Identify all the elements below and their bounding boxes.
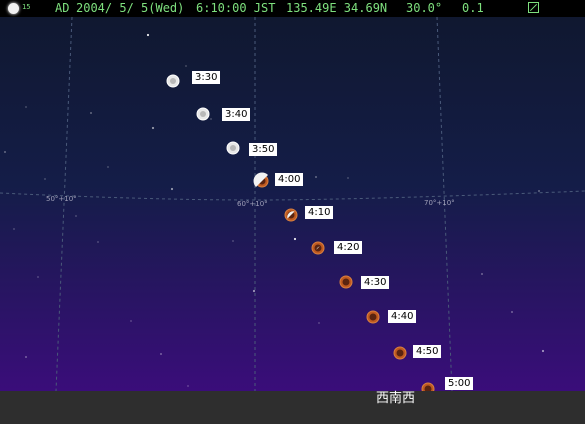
step-value: 0.1 (462, 1, 484, 15)
moon-disc (284, 208, 298, 222)
star (4, 151, 6, 153)
moon-disc (311, 241, 325, 255)
star (25, 106, 27, 108)
star (107, 166, 109, 168)
moon-disc (366, 310, 380, 324)
star (13, 228, 15, 230)
moon-time-label: 4:10 (305, 206, 334, 219)
moon-time-label: 5:00 (445, 377, 474, 390)
field-of-view-value: 30.0° (406, 1, 443, 15)
star (185, 65, 187, 67)
moon-disc (393, 346, 407, 360)
moon-time-label: 4:40 (388, 310, 417, 323)
star (541, 349, 545, 353)
star (160, 353, 162, 355)
moon-time-label: 3:30 (192, 71, 221, 84)
star (44, 178, 46, 180)
moon-time-label: 4:20 (334, 241, 363, 254)
direction-label: 西南西 (376, 391, 416, 406)
star (25, 356, 27, 358)
star (151, 126, 155, 130)
star (170, 187, 174, 191)
moon-time-label: 3:50 (249, 143, 278, 156)
star (538, 190, 540, 192)
sky-canvas (0, 17, 585, 391)
star (252, 289, 256, 293)
star (97, 241, 99, 243)
star (318, 322, 320, 324)
location-value: 135.49E 34.69N (286, 1, 388, 15)
sky-background (0, 17, 585, 391)
star (511, 311, 513, 313)
status-bar: 15 AD 2004/ 5/ 5(Wed) 6:10:00 JST 135.49… (0, 0, 585, 17)
star (210, 118, 212, 120)
grid-label-70: 70°+10° (424, 199, 455, 207)
moon-age-value: 15 (22, 3, 31, 11)
moon-time-label: 4:30 (361, 276, 390, 289)
time-value: 6:10:00 JST (196, 1, 276, 15)
moon-time-label: 4:00 (275, 173, 304, 186)
planetarium-window: 15 AD 2004/ 5/ 5(Wed) 6:10:00 JST 135.49… (0, 0, 585, 424)
moon-phase-icon (8, 3, 19, 14)
star (481, 273, 483, 275)
star (37, 276, 39, 278)
moon-time-label: 4:50 (413, 345, 442, 358)
star (232, 240, 234, 242)
star (315, 176, 317, 178)
star (146, 33, 150, 37)
star (90, 112, 92, 114)
star (347, 177, 349, 179)
grid-label-50: 50°+10° (46, 195, 77, 203)
grid-label-60: 60°+10° (237, 200, 268, 208)
horizon-ground: 西南西 (0, 391, 585, 424)
moon-disc (166, 74, 180, 88)
star (75, 215, 77, 217)
star (293, 237, 297, 241)
sky-view[interactable]: 50°+10° 60°+10° 70°+10° 3:30 3:40 3:50 4… (0, 17, 585, 391)
moon-time-label: 3:40 (222, 108, 251, 121)
moon-disc (196, 107, 210, 121)
era-label: AD (55, 1, 70, 15)
star (130, 320, 132, 322)
date-value: 2004/ 5/ 5(Wed) (76, 1, 185, 15)
moon-disc (421, 382, 435, 391)
moon-disc (339, 275, 353, 289)
moon-disc (226, 141, 240, 155)
star (187, 385, 189, 387)
grid-toggle-icon[interactable] (528, 2, 539, 13)
